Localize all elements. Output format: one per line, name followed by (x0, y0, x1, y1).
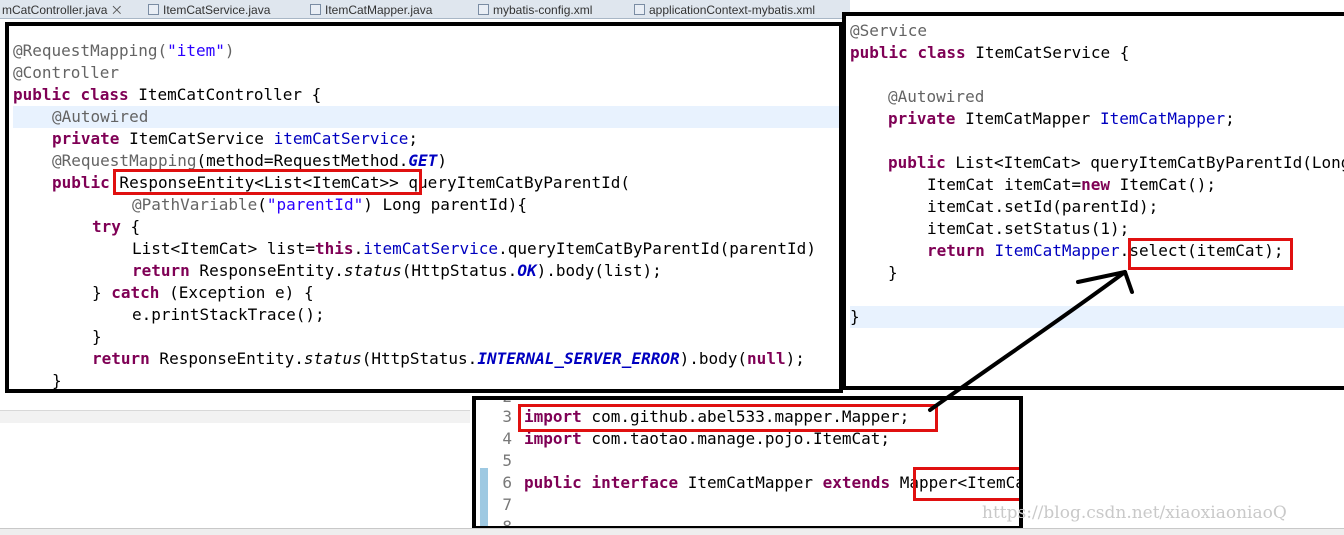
watermark-url: https://blog.csdn.net/xiaoxiaoniaoQ (982, 503, 1287, 523)
arrow-annotation (928, 270, 1134, 412)
arrow-shaft (928, 270, 1127, 412)
